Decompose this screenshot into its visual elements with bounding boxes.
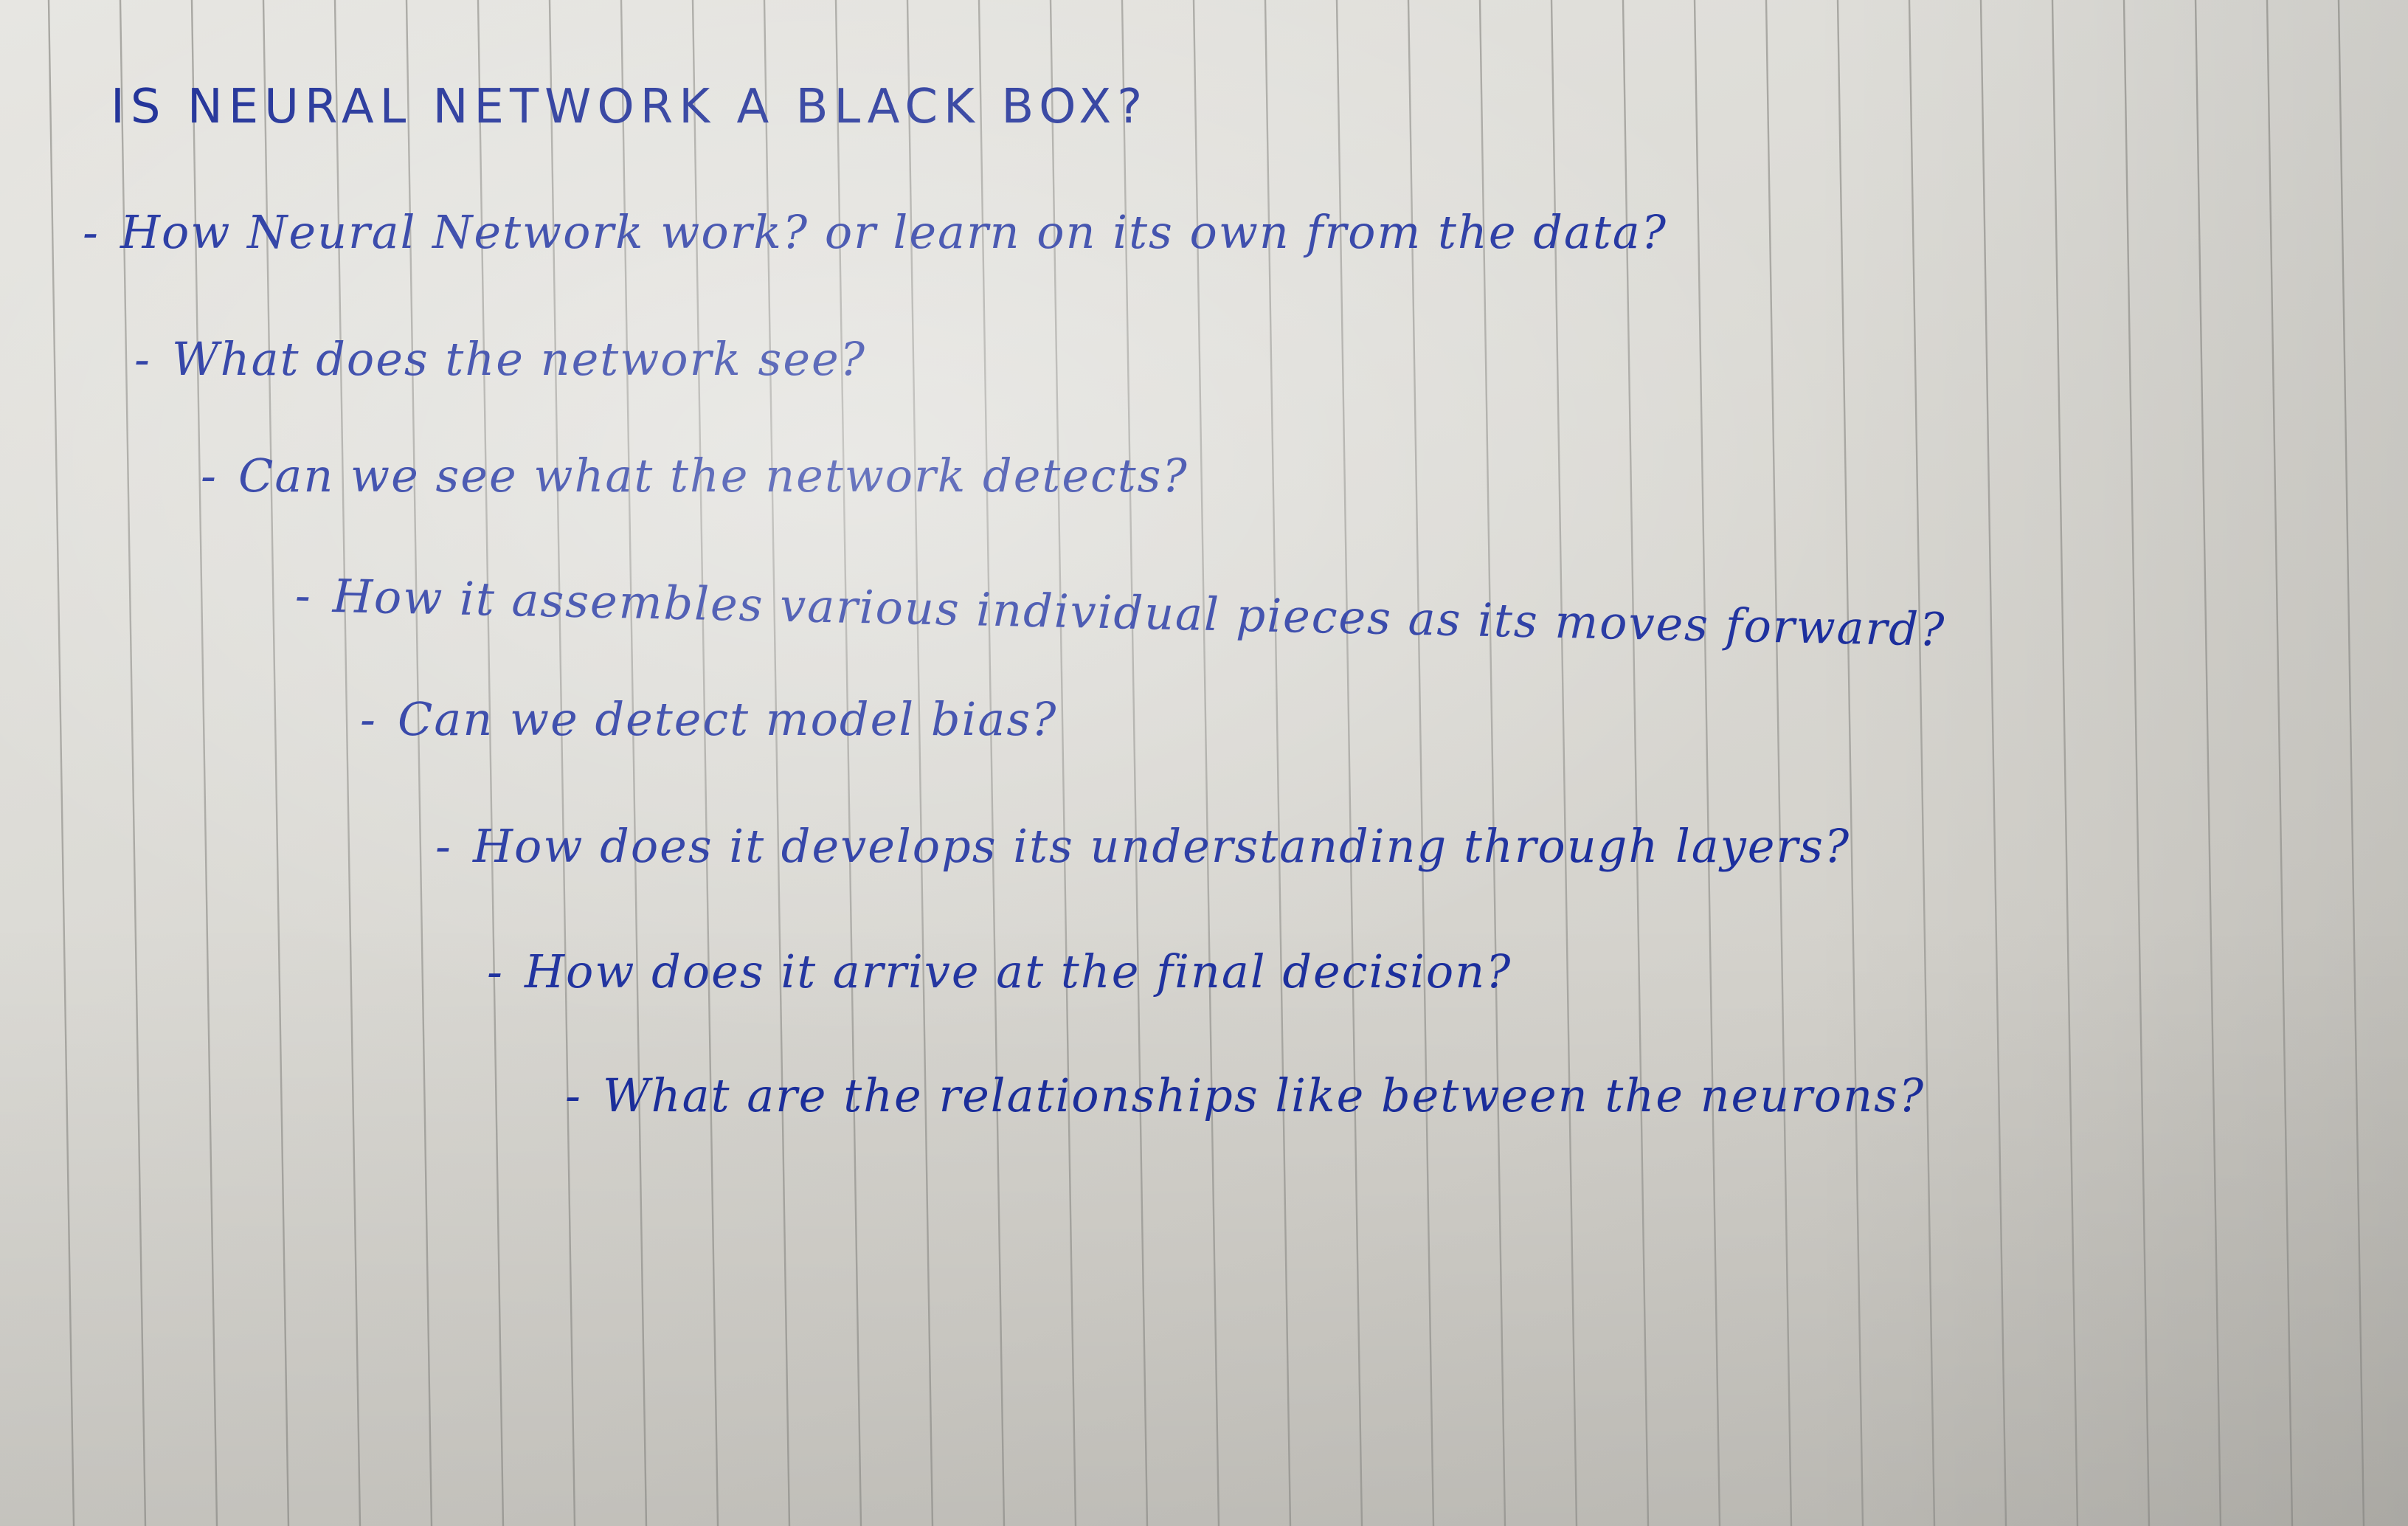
note-line-8-text: What are the relationships like between … bbox=[602, 1068, 1926, 1122]
note-line-8: - What are the relationships like between… bbox=[565, 1068, 1925, 1122]
handwritten-note: IS NEURAL NETWORK A BLACK BOX? - How Neur… bbox=[0, 0, 2408, 1526]
bullet-dash: - bbox=[83, 205, 100, 259]
bullet-dash: - bbox=[360, 692, 377, 746]
note-line-7-text: How does it arrive at the final decision… bbox=[524, 945, 1512, 998]
note-line-3-text: Can we see what the network detects? bbox=[238, 449, 1189, 503]
note-heading: IS NEURAL NETWORK A BLACK BOX? bbox=[111, 80, 1149, 134]
note-line-2-text: What does the network see? bbox=[171, 332, 866, 386]
notebook-photo: IS NEURAL NETWORK A BLACK BOX? - How Neur… bbox=[0, 0, 2408, 1526]
note-line-6-text: How does it develops its understanding t… bbox=[472, 819, 1851, 873]
bullet-dash: - bbox=[487, 945, 504, 998]
note-line-4-text: How it assembles various individual piec… bbox=[332, 569, 1946, 657]
note-line-4: - How it assembles various individual pie… bbox=[294, 568, 1946, 657]
note-line-1: - How Neural Network work? or learn on it… bbox=[83, 205, 1667, 259]
note-line-7: - How does it arrive at the final decisio… bbox=[487, 945, 1512, 998]
bullet-dash: - bbox=[435, 819, 452, 873]
bullet-dash: - bbox=[294, 568, 313, 623]
note-line-6: - How does it develops its understanding … bbox=[435, 819, 1850, 873]
note-line-1-text: How Neural Network work? or learn on its… bbox=[120, 205, 1667, 259]
bullet-dash: - bbox=[134, 332, 151, 386]
note-line-5-text: Can we detect model bias? bbox=[397, 692, 1058, 746]
note-line-2: - What does the network see? bbox=[134, 332, 866, 386]
bullet-dash: - bbox=[201, 449, 218, 503]
bullet-dash: - bbox=[565, 1068, 582, 1122]
note-line-3: - Can we see what the network detects? bbox=[201, 449, 1189, 503]
note-line-5: - Can we detect model bias? bbox=[360, 692, 1057, 746]
